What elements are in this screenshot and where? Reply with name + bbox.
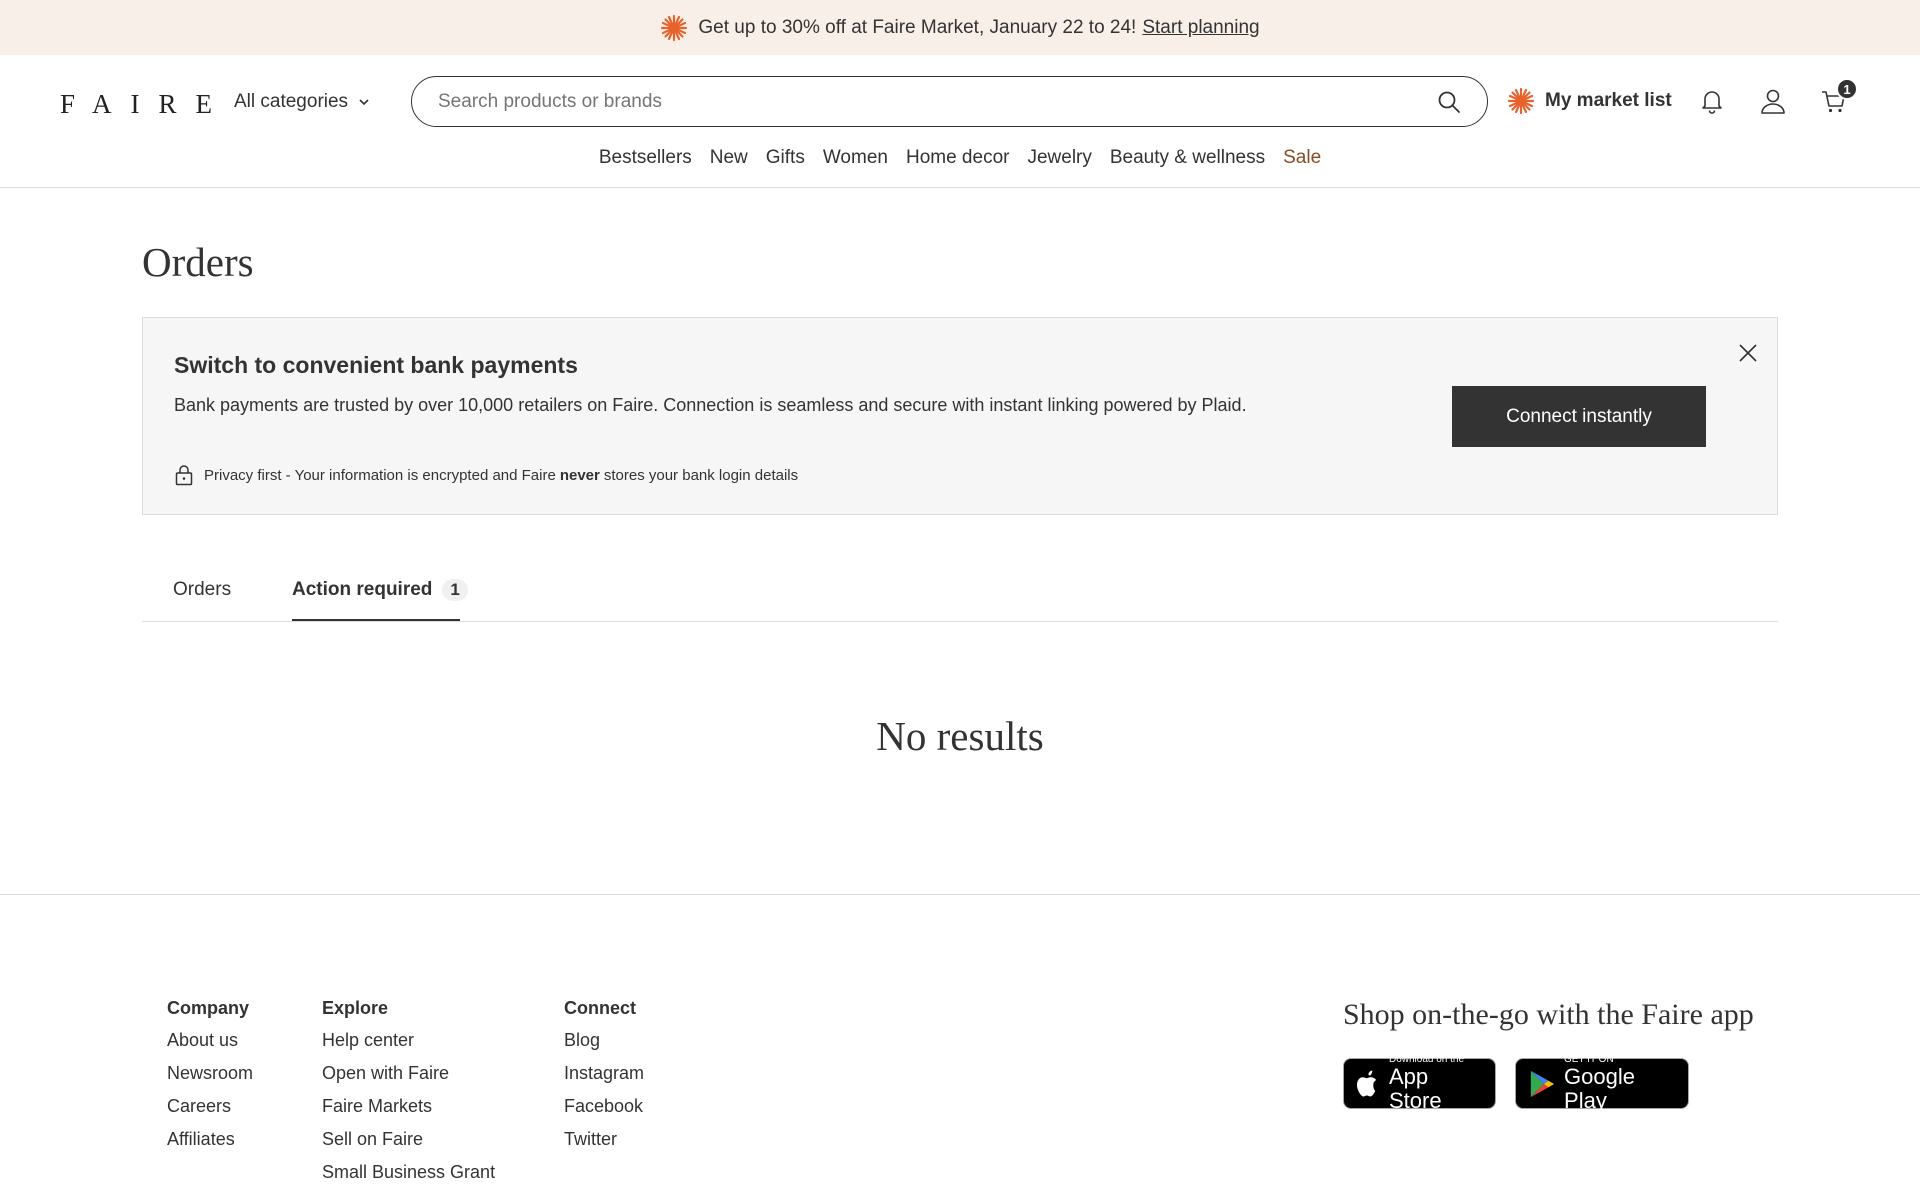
site-header: FAIRE All categories My market list (0, 55, 1920, 188)
nav-gifts[interactable]: Gifts (766, 147, 805, 169)
nav-new[interactable]: New (710, 147, 748, 169)
footer-link-twitter[interactable]: Twitter (564, 1128, 644, 1161)
start-planning-link[interactable]: Start planning (1142, 17, 1259, 39)
nav-jewelry[interactable]: Jewelry (1027, 147, 1091, 169)
lock-icon (175, 465, 193, 486)
no-results-message: No results (876, 713, 1044, 759)
bank-banner-title: Switch to convenient bank payments (174, 352, 578, 378)
footer-link-faire-markets[interactable]: Faire Markets (322, 1095, 495, 1128)
nav-home-decor[interactable]: Home decor (906, 147, 1010, 169)
cart-count-badge: 1 (1836, 78, 1858, 100)
footer-link-instagram[interactable]: Instagram (564, 1062, 644, 1095)
privacy-text-bold: never (559, 466, 600, 484)
footer-link-newsroom[interactable]: Newsroom (167, 1062, 253, 1095)
app-store-big-text: App Store (1388, 1064, 1442, 1113)
app-store-badge[interactable]: Download on the App Store (1343, 1054, 1496, 1113)
close-icon[interactable] (1736, 341, 1760, 365)
footer-link-careers[interactable]: Careers (167, 1095, 253, 1128)
faire-logo[interactable]: FAIRE (60, 89, 231, 120)
privacy-text-start: Privacy first - Your information is encr… (204, 466, 556, 484)
google-play-big-text: Google Play (1564, 1064, 1635, 1113)
footer-link-help-center[interactable]: Help center (322, 1029, 495, 1062)
promo-text: Get up to 30% off at Faire Market, Janua… (698, 16, 1137, 38)
app-promo-heading: Shop on-the-go with the Faire app (1343, 998, 1754, 1031)
footer-link-facebook[interactable]: Facebook (564, 1095, 644, 1128)
sunburst-icon (661, 14, 688, 41)
footer-link-blog[interactable]: Blog (564, 1029, 644, 1062)
footer-connect-column: Connect Blog Instagram Facebook Twitter (564, 998, 644, 1161)
footer-link-sell-on-faire[interactable]: Sell on Faire (322, 1128, 495, 1161)
footer-link-affiliates[interactable]: Affiliates (167, 1128, 253, 1161)
privacy-note: Privacy first - Your information is encr… (174, 464, 798, 486)
google-play-badge[interactable]: GET IT ON Google Play (1515, 1054, 1689, 1113)
footer-divider (0, 894, 1920, 895)
footer-heading: Connect (564, 998, 636, 1018)
footer-link-open-with-faire[interactable]: Open with Faire (322, 1062, 495, 1095)
privacy-text-end: stores your bank login details (603, 466, 799, 484)
footer-company-column: Company About us Newsroom Careers Affili… (167, 998, 253, 1161)
page-title: Orders (142, 239, 254, 285)
active-tab-indicator (292, 619, 460, 621)
search-bar (411, 76, 1488, 127)
footer-heading: Company (167, 998, 250, 1018)
tab-action-required-label: Action required (292, 579, 433, 600)
category-nav: Bestsellers New Gifts Women Home decor J… (0, 147, 1920, 169)
search-icon[interactable] (1437, 90, 1461, 114)
nav-beauty-wellness[interactable]: Beauty & wellness (1110, 147, 1265, 169)
tab-orders[interactable]: Orders (173, 579, 231, 601)
market-list-label: My market list (1545, 90, 1672, 111)
google-play-icon (1530, 1070, 1555, 1097)
connect-instantly-button[interactable]: Connect instantly (1452, 386, 1706, 447)
nav-women[interactable]: Women (823, 147, 888, 169)
footer-link-about-us[interactable]: About us (167, 1029, 253, 1062)
nav-sale[interactable]: Sale (1283, 147, 1321, 169)
action-required-count: 1 (442, 579, 468, 601)
tab-action-required[interactable]: Action required 1 (292, 579, 468, 601)
search-input[interactable] (438, 90, 1437, 113)
apple-icon (1356, 1070, 1377, 1096)
bank-payments-banner: Switch to convenient bank payments Bank … (142, 317, 1778, 515)
bell-icon[interactable] (1698, 87, 1726, 115)
orders-tabs: Orders Action required 1 (142, 545, 1778, 622)
footer-explore-column: Explore Help center Open with Faire Fair… (322, 998, 495, 1194)
user-icon[interactable] (1759, 87, 1787, 115)
my-market-list-link[interactable]: My market list (1507, 87, 1672, 115)
all-categories-label: All categories (234, 91, 349, 112)
chevron-down-icon (359, 99, 369, 106)
promo-banner: Get up to 30% off at Faire Market, Janua… (0, 0, 1920, 55)
footer-heading: Explore (322, 998, 389, 1018)
all-categories-dropdown[interactable]: All categories (234, 91, 370, 113)
bank-banner-description: Bank payments are trusted by over 10,000… (174, 395, 1247, 415)
sunburst-icon (1507, 87, 1535, 115)
nav-bestsellers[interactable]: Bestsellers (599, 147, 692, 169)
footer-link-small-business-grant[interactable]: Small Business Grant (322, 1161, 495, 1194)
